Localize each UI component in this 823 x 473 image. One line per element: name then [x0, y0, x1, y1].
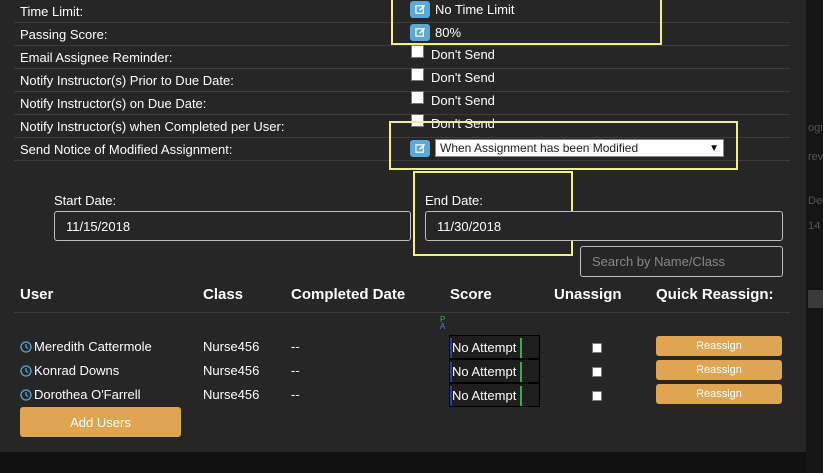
highlight-box [391, 0, 662, 45]
search-input[interactable]: Search by Name/Class [580, 246, 783, 277]
setting-value: Don't Send [431, 93, 495, 108]
start-date-label: Start Date: [54, 193, 117, 208]
background-page-edge [806, 0, 823, 473]
background-strip [808, 290, 823, 308]
score-bar-right [520, 386, 522, 406]
setting-label: Email Assignee Reminder: [20, 50, 173, 65]
header-divider [14, 312, 790, 313]
column-header-quick-reassign: Quick Reassign: [656, 286, 774, 303]
setting-label: Send Notice of Modified Assignment: [20, 142, 233, 157]
reassign-button[interactable]: Reassign [656, 360, 782, 380]
notify-on-due-checkbox[interactable] [411, 91, 424, 104]
score-bar-right [520, 362, 522, 382]
score-value: No Attempt [452, 387, 517, 403]
setting-email-assignee-reminder: Email Assignee Reminder: Don't Send [14, 45, 790, 69]
class-cell: Nurse456 [203, 387, 260, 402]
reassign-button[interactable]: Reassign [656, 384, 782, 404]
unassign-checkbox[interactable] [592, 391, 602, 401]
completed-cell: -- [291, 363, 300, 378]
table-row: Meredith Cattermole Nurse456 -- No Attem… [0, 335, 806, 359]
score-cell: No Attempt [449, 383, 540, 407]
end-date-input[interactable]: 11/30/2018 [425, 211, 783, 241]
end-date-label: End Date: [425, 193, 483, 208]
setting-value: Don't Send [431, 47, 495, 62]
score-bar-right [520, 338, 522, 358]
background-fragment: revie [808, 151, 823, 163]
setting-value: Don't Send [431, 70, 495, 85]
add-users-button[interactable]: Add Users [20, 407, 181, 437]
user-cell: Meredith Cattermole [20, 339, 152, 354]
completed-cell: -- [291, 339, 300, 354]
reassign-button[interactable]: Reassign [656, 336, 782, 356]
table-row: Konrad Downs Nurse456 -- No Attempt Reas… [0, 359, 806, 383]
class-cell: Nurse456 [203, 339, 260, 354]
user-name[interactable]: Meredith Cattermole [34, 339, 152, 354]
start-date-input[interactable]: 11/15/2018 [54, 211, 411, 241]
marker-a: A [440, 322, 446, 331]
column-header-user: User [20, 286, 54, 303]
score-legend-marker: P A [440, 316, 446, 331]
highlight-box [389, 121, 738, 170]
email-reminder-checkbox[interactable] [411, 45, 424, 58]
clock-icon [20, 364, 32, 377]
score-bar-left [450, 386, 452, 406]
background-fragment: Dece [808, 195, 823, 207]
score-cell: No Attempt [449, 335, 540, 359]
column-header-class: Class [203, 286, 244, 303]
setting-label: Passing Score: [20, 27, 108, 42]
score-value: No Attempt [452, 363, 517, 379]
setting-notify-prior-due: Notify Instructor(s) Prior to Due Date: … [14, 68, 790, 92]
completed-cell: -- [291, 387, 300, 402]
user-name[interactable]: Dorothea O'Farrell [34, 387, 141, 402]
score-value: No Attempt [452, 339, 517, 355]
setting-label: Notify Instructor(s) Prior to Due Date: [20, 73, 234, 88]
score-cell: No Attempt [449, 359, 540, 383]
setting-label: Notify Instructor(s) when Completed per … [20, 119, 285, 134]
notify-prior-checkbox[interactable] [411, 68, 424, 81]
table-row: Dorothea O'Farrell Nurse456 -- No Attemp… [0, 383, 806, 407]
assignment-settings-modal: Time Limit: No Time Limit Passing Score:… [0, 0, 806, 452]
setting-label: Time Limit: [20, 4, 84, 19]
column-header-completed: Completed Date [291, 286, 406, 303]
user-cell: Dorothea O'Farrell [20, 387, 141, 402]
class-cell: Nurse456 [203, 363, 260, 378]
user-name[interactable]: Konrad Downs [34, 363, 119, 378]
background-fragment: 14 [808, 220, 821, 232]
setting-notify-on-due: Notify Instructor(s) on Due Date: Don't … [14, 91, 790, 115]
clock-icon [20, 340, 32, 353]
unassign-checkbox[interactable] [592, 343, 602, 353]
column-header-unassign: Unassign [554, 286, 622, 303]
user-cell: Konrad Downs [20, 363, 119, 378]
unassign-checkbox[interactable] [592, 367, 602, 377]
score-bar-left [450, 362, 452, 382]
setting-label: Notify Instructor(s) on Due Date: [20, 96, 207, 111]
clock-icon [20, 388, 32, 401]
background-fragment: ogra [808, 122, 823, 134]
score-bar-left [450, 338, 452, 358]
column-header-score: Score [450, 286, 492, 303]
